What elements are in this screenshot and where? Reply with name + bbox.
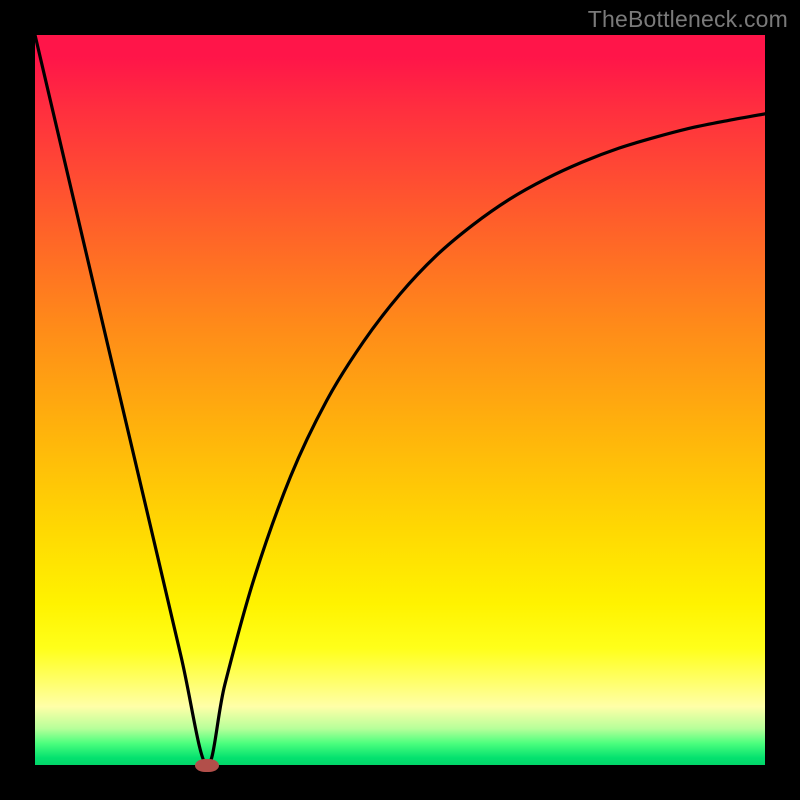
bottleneck-curve: [35, 35, 765, 765]
chart-frame: TheBottleneck.com: [0, 0, 800, 800]
minimum-marker: [195, 759, 219, 772]
watermark-text: TheBottleneck.com: [588, 6, 788, 33]
plot-area: [35, 35, 765, 765]
